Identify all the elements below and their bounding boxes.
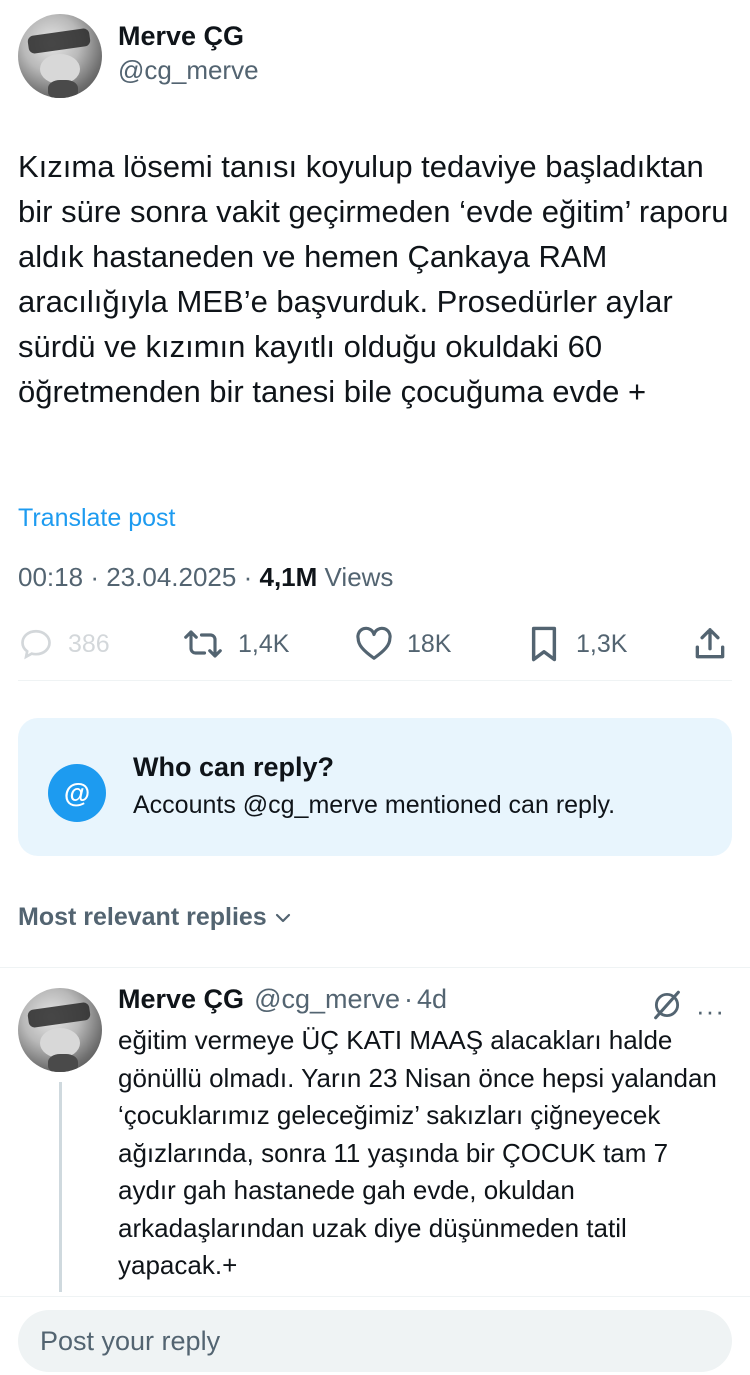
heart-icon — [356, 626, 392, 660]
post-text: Kızıma lösemi tanısı koyulup tedaviye ba… — [18, 149, 729, 409]
reply-author-name[interactable]: Merve ÇG — [118, 984, 244, 1015]
divider — [0, 967, 750, 968]
reply-author-handle[interactable]: @cg_merve — [254, 984, 400, 1015]
views-label: Views — [324, 562, 394, 592]
replies-sort-dropdown[interactable]: Most relevant replies — [18, 903, 293, 932]
who-can-reply-subtitle: Accounts @cg_merve mentioned can reply. — [133, 791, 616, 819]
reply-text: eğitim vermeye ÜÇ KATI MAAŞ alacakları h… — [118, 1025, 717, 1280]
post-detail-page: Merve ÇG @cg_merve Kızıma lösemi tanısı … — [0, 0, 750, 1375]
author-handle[interactable]: @cg_merve — [118, 54, 259, 86]
views-count: 4,1M — [259, 562, 318, 592]
bookmark-icon — [531, 626, 557, 662]
author-name[interactable]: Merve ÇG — [118, 18, 259, 54]
thread-line — [59, 1082, 62, 1292]
author-names: Merve ÇG @cg_merve — [118, 18, 259, 98]
repost-count: 1,4K — [238, 629, 290, 658]
bookmark-button[interactable]: 1,3K — [526, 618, 627, 670]
divider — [18, 680, 732, 681]
avatar[interactable] — [18, 988, 102, 1072]
reply-header: Merve ÇG @cg_merve · 4d — [118, 984, 447, 1015]
chevron-down-icon — [275, 913, 290, 922]
bookmark-count: 1,3K — [576, 629, 628, 658]
who-can-reply-title: Who can reply? — [133, 752, 335, 782]
repost-button[interactable]: 1,4K — [182, 618, 289, 670]
like-button[interactable]: 18K — [355, 618, 451, 670]
reply-age[interactable]: 4d — [417, 984, 447, 1015]
reply-composer-input[interactable]: Post your reply — [18, 1310, 732, 1372]
post-meta: 00:18 · 23.04.2025 · 4,1M Views — [18, 562, 393, 593]
reply-separator: · — [404, 984, 414, 1014]
share-button[interactable] — [692, 618, 742, 670]
reply-count: 386 — [68, 629, 110, 658]
divider — [0, 1296, 750, 1297]
share-icon — [695, 628, 725, 659]
like-count: 18K — [407, 629, 452, 658]
at-sign-icon: @ — [48, 764, 106, 822]
meta-separator: · — [90, 562, 99, 592]
reply-button[interactable]: 386 — [18, 618, 110, 670]
who-can-reply-notice: @ Who can reply? Accounts @cg_merve ment… — [18, 718, 732, 856]
reply-avatar[interactable] — [18, 988, 102, 1072]
post-date[interactable]: 23.04.2025 — [106, 562, 236, 592]
avatar[interactable] — [18, 14, 102, 98]
retweet-icon — [184, 630, 222, 658]
post-author[interactable]: Merve ÇG @cg_merve — [18, 14, 259, 98]
meta-separator: · — [243, 562, 253, 592]
sort-label: Most relevant replies — [18, 903, 267, 931]
translate-post-link[interactable]: Translate post — [18, 504, 175, 533]
action-bar: 386 1,4K 18K 1,3K — [0, 618, 750, 670]
reply-icon — [21, 629, 51, 660]
post-time[interactable]: 00:18 — [18, 562, 83, 592]
